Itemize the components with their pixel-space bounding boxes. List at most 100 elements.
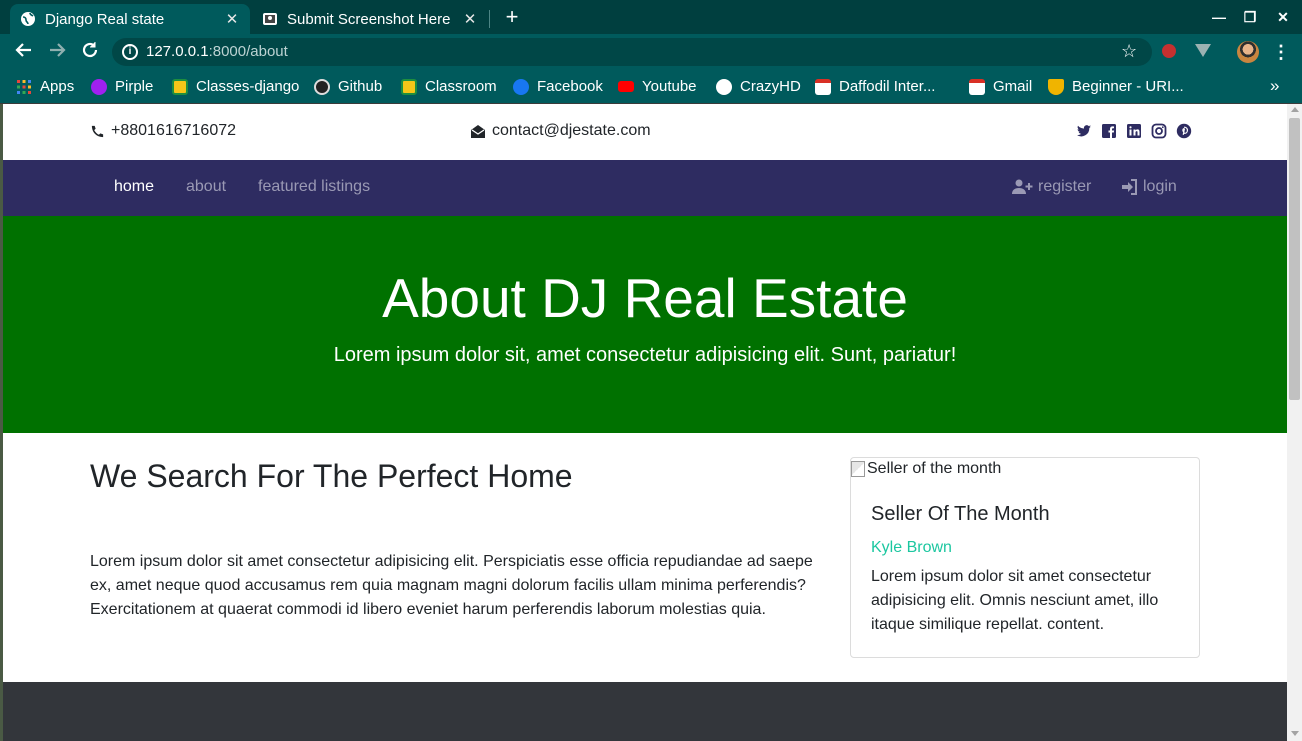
classroom-icon	[172, 78, 188, 95]
bookmark-pirple[interactable]: Pirple	[91, 70, 153, 103]
arrow-right-icon	[50, 43, 66, 57]
tab-separator	[489, 10, 490, 28]
bookmark-star-icon[interactable]: ☆	[1121, 41, 1137, 62]
youtube-icon	[618, 81, 634, 92]
hero-banner: About DJ Real Estate Lorem ipsum dolor s…	[3, 216, 1287, 433]
twitter-icon[interactable]	[1076, 123, 1092, 139]
back-button[interactable]	[12, 40, 36, 64]
scroll-down-arrow[interactable]	[1291, 731, 1299, 736]
gmail-icon	[815, 78, 831, 95]
about-heading: We Search For The Perfect Home	[90, 458, 573, 494]
hero-title: About DJ Real Estate	[382, 267, 908, 329]
scroll-up-arrow[interactable]	[1291, 107, 1299, 112]
bookmark-beginner-uri[interactable]: Beginner - URI...	[1048, 70, 1184, 103]
web-page: +8801616716072 contact@djestate.com home…	[3, 104, 1287, 741]
trophy-icon	[1048, 78, 1064, 95]
apps-grid-icon	[17, 79, 31, 94]
envelope-open-icon	[471, 124, 485, 138]
about-body: Lorem ipsum dolor sit amet consectetur a…	[90, 553, 813, 618]
new-tab-button[interactable]: +	[500, 4, 524, 30]
sign-in-icon	[1122, 179, 1137, 195]
about-section: We Search For The Perfect Home Lorem ips…	[3, 433, 1287, 682]
bookmark-label: Daffodil Inter...	[839, 78, 936, 95]
bookmark-label: Beginner - URI...	[1072, 78, 1184, 95]
nav-register[interactable]: register	[1012, 178, 1091, 196]
bookmark-label: Classroom	[425, 78, 497, 95]
bookmark-label: Github	[338, 78, 383, 95]
scrollbar-thumb[interactable]	[1289, 118, 1300, 400]
pinterest-icon[interactable]	[1176, 123, 1192, 139]
gmail-icon	[969, 78, 985, 95]
bookmark-label: Pirple	[115, 78, 154, 95]
bookmark-classroom[interactable]: Classroom	[401, 70, 497, 103]
phone-contact: +8801616716072	[90, 122, 236, 140]
nav-featured-listings[interactable]: featured listings	[258, 178, 370, 196]
bookmark-gmail[interactable]: Gmail	[969, 70, 1032, 103]
url-path: :8000/about	[208, 43, 288, 60]
hero-subtitle: Lorem ipsum dolor sit, amet consectetur …	[333, 344, 957, 366]
bookmarks-overflow-button[interactable]: »	[1270, 76, 1279, 96]
card-text: Lorem ipsum dolor sit amet consectetur a…	[871, 568, 1159, 633]
classroom-icon	[401, 78, 417, 95]
card-title: Seller Of The Month	[871, 503, 1050, 525]
nav-login[interactable]: login	[1121, 178, 1177, 196]
tab-close-icon[interactable]: ✕	[462, 10, 478, 28]
contact-topbar: +8801616716072 contact@djestate.com	[3, 104, 1287, 160]
site-info-icon[interactable]: i	[122, 44, 138, 60]
facebook-icon	[513, 78, 529, 95]
profile-avatar[interactable]	[1237, 41, 1259, 63]
arrow-left-icon	[15, 43, 31, 57]
reload-icon	[82, 42, 98, 58]
email-address: contact@djestate.com	[492, 122, 651, 139]
bookmark-daffodil[interactable]: Daffodil Inter...	[815, 70, 935, 103]
browser-menu-icon[interactable]: ⋮	[1272, 40, 1290, 64]
nav-about[interactable]: about	[186, 178, 226, 196]
tab-submit-screenshot[interactable]: Submit Screenshot Here ✕	[252, 4, 488, 34]
bookmark-apps[interactable]: Apps	[16, 70, 74, 103]
phone-number: +8801616716072	[111, 122, 237, 139]
pirple-icon	[91, 78, 107, 95]
screenshot-icon	[263, 13, 277, 25]
reload-button[interactable]	[78, 40, 102, 64]
instagram-icon[interactable]	[1151, 123, 1167, 139]
user-plus-icon	[1012, 179, 1033, 194]
phone-icon	[91, 125, 104, 137]
tab-django-real-state[interactable]: Django Real state ✕	[10, 4, 250, 34]
url-text[interactable]: 127.0.0.1:8000/about	[146, 43, 288, 60]
register-label: register	[1038, 178, 1092, 195]
email-contact: contact@djestate.com	[470, 122, 651, 140]
facebook-icon[interactable]	[1101, 123, 1117, 139]
tab-close-icon[interactable]: ✕	[224, 10, 240, 28]
social-links	[1076, 123, 1192, 139]
bookmark-facebook[interactable]: Facebook	[513, 70, 603, 103]
bookmark-crazyhd[interactable]: CrazyHD	[716, 70, 801, 103]
seller-of-month-card: Seller of the month Seller Of The Month …	[850, 457, 1200, 658]
broken-image-icon	[851, 461, 865, 477]
bookmark-github[interactable]: Github	[314, 70, 382, 103]
seller-name: Kyle Brown	[871, 539, 952, 556]
nav-home[interactable]: home	[114, 178, 154, 196]
close-window-button[interactable]: ✕	[1272, 6, 1294, 28]
linkedin-icon[interactable]	[1126, 123, 1142, 139]
page-footer	[3, 682, 1287, 741]
globe-icon	[716, 78, 732, 95]
forward-button[interactable]	[45, 40, 69, 64]
bookmark-label: Classes-django	[196, 78, 300, 95]
minimize-button[interactable]: —	[1208, 6, 1230, 28]
seller-image-broken: Seller of the month	[851, 460, 1001, 478]
github-icon	[314, 78, 330, 95]
login-label: login	[1143, 178, 1177, 195]
bookmark-label: Apps	[40, 78, 75, 95]
maximize-button[interactable]: ❐	[1239, 6, 1261, 28]
seller-image-alt: Seller of the month	[867, 460, 1002, 477]
tab-title: Django Real state	[45, 10, 165, 28]
globe-icon	[21, 12, 35, 26]
bookmark-label: Facebook	[537, 78, 603, 95]
extension-icon[interactable]	[1162, 44, 1176, 58]
bookmark-youtube[interactable]: Youtube	[618, 70, 697, 103]
bookmark-label: Youtube	[642, 78, 697, 95]
bookmark-label: CrazyHD	[740, 78, 801, 95]
main-navbar: home about featured listings register lo…	[3, 160, 1287, 216]
vue-devtools-icon[interactable]	[1195, 44, 1211, 57]
bookmark-classes-django[interactable]: Classes-django	[172, 70, 299, 103]
